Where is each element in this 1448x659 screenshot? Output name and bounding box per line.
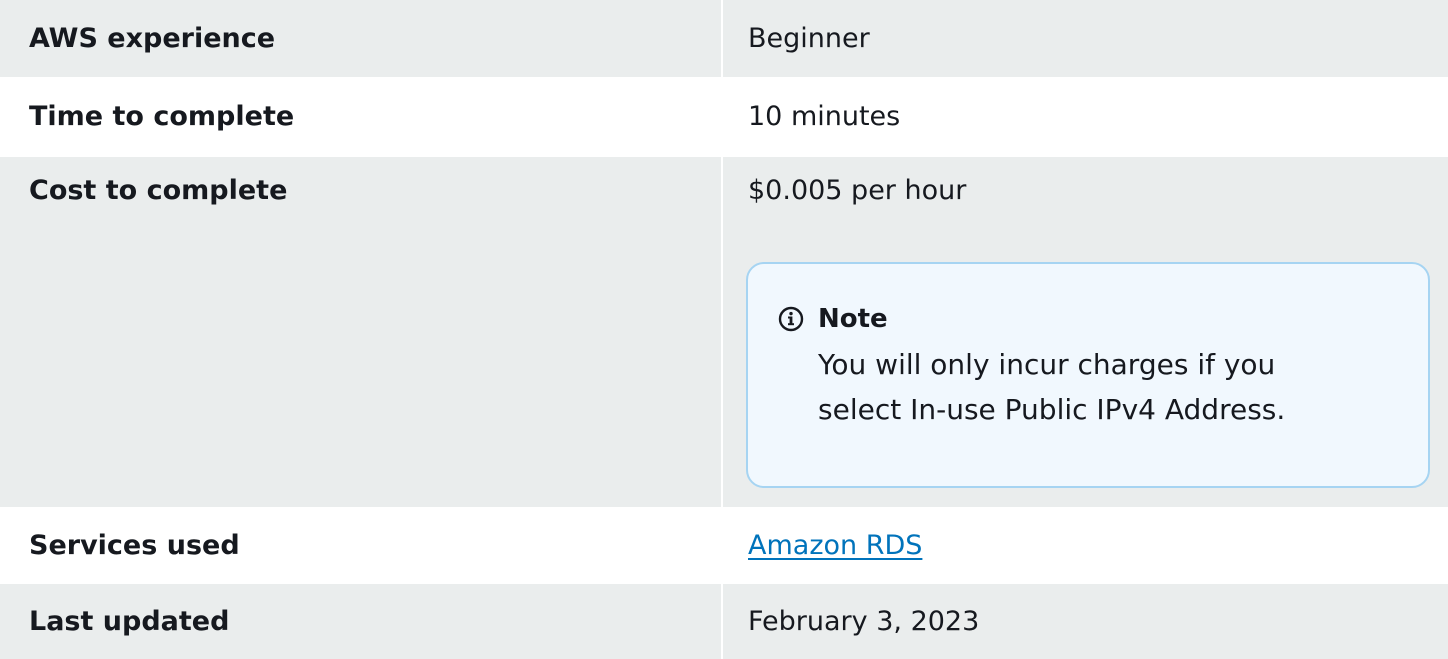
note-header: Note	[778, 302, 1408, 336]
label-cell: Cost to complete	[0, 157, 723, 507]
services-used-label: Services used	[29, 529, 240, 561]
row-services-used: Services used Amazon RDS	[0, 507, 1448, 584]
last-updated-label: Last updated	[29, 605, 230, 637]
cost-to-complete-label: Cost to complete	[29, 175, 288, 206]
note-body: You will only incur charges if you selec…	[818, 348, 1286, 426]
time-to-complete-value: 10 minutes	[748, 101, 901, 132]
value-cell: Amazon RDS	[723, 507, 1448, 584]
note-title: Note	[818, 304, 888, 334]
label-cell: AWS experience	[0, 0, 723, 77]
value-cell: February 3, 2023	[723, 584, 1448, 659]
aws-experience-value: Beginner	[748, 22, 870, 54]
row-aws-experience: AWS experience Beginner	[0, 0, 1448, 77]
value-cell: Beginner	[723, 0, 1448, 77]
last-updated-value: February 3, 2023	[748, 605, 980, 637]
row-last-updated: Last updated February 3, 2023	[0, 584, 1448, 659]
note-alert: Note You will only incur charges if you …	[746, 262, 1430, 488]
value-cell: 10 minutes	[723, 77, 1448, 157]
info-icon	[778, 306, 804, 332]
label-cell: Last updated	[0, 584, 723, 659]
label-cell: Services used	[0, 507, 723, 584]
amazon-rds-link[interactable]: Amazon RDS	[748, 529, 922, 563]
cost-to-complete-value: $0.005 per hour	[748, 175, 967, 206]
label-cell: Time to complete	[0, 77, 723, 157]
row-time-to-complete: Time to complete 10 minutes	[0, 77, 1448, 157]
aws-experience-label: AWS experience	[29, 22, 276, 54]
tutorial-info-table: AWS experience Beginner Time to complete…	[0, 0, 1448, 659]
time-to-complete-label: Time to complete	[29, 101, 295, 132]
